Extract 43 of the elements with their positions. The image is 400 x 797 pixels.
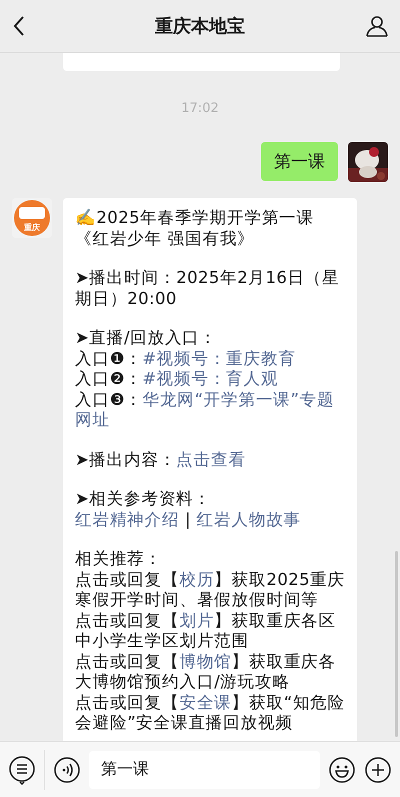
message-link[interactable]: #视频号：重庆教育: [142, 348, 296, 368]
message-line: 中小学生学区划片范围: [75, 631, 249, 652]
message-line: 点击或回复【安全课】获取“知危险: [75, 692, 345, 713]
message-line: 期日）20:00: [75, 288, 177, 309]
plus-icon[interactable]: [364, 756, 392, 784]
message-line: ➤播出内容：点击查看: [75, 450, 246, 470]
scrollbar[interactable]: [395, 551, 398, 737]
message-link[interactable]: 红岩人物故事: [196, 510, 302, 528]
message-line: 点击或回复【划片】获取重庆各区: [75, 610, 336, 631]
message-line: 入口❸：华龙网“开学第一课”专题: [75, 390, 334, 410]
message-line: 《红岩少年 强国有我》: [75, 228, 255, 249]
message-link[interactable]: 华龙网“开学第一课”专题: [142, 390, 334, 408]
message-link[interactable]: 安全课: [179, 692, 232, 712]
message-link[interactable]: 博物馆: [179, 652, 232, 670]
message-line: 红岩精神介绍 | 红岩人物故事: [75, 510, 302, 530]
message-line: ➤直播/回放入口：: [75, 328, 217, 348]
timestamp: 17:02: [181, 101, 219, 116]
message-line: 相关推荐：: [75, 549, 162, 570]
message-line: 入口❷：#视频号：育人观: [75, 369, 278, 390]
message-line: ➤相关参考资料：: [75, 489, 212, 510]
message-link[interactable]: 划片: [179, 610, 214, 630]
chat-title: 重庆本地宝: [155, 15, 245, 38]
message-link[interactable]: #视频号：育人观: [142, 369, 278, 388]
message-line: 入口❶：#视频号：重庆教育: [75, 348, 296, 369]
menu-icon[interactable]: [8, 754, 36, 784]
message-link[interactable]: 网址: [75, 410, 110, 429]
message-line: 大博物馆预约入口/游玩攻略: [75, 672, 290, 692]
message-line: 点击或回复【校历】获取2025重庆: [75, 570, 345, 590]
message-input[interactable]: 第一课: [89, 750, 320, 788]
message-line: 寒假开学时间、暑假放假时间等: [75, 590, 319, 610]
emoji-icon[interactable]: [328, 756, 356, 784]
message-link[interactable]: 校历: [179, 570, 214, 588]
message-link[interactable]: 红岩精神介绍: [75, 510, 180, 528]
logo-icon: 重庆: [12, 198, 52, 238]
message-line: 点击或回复【博物馆】获取重庆各: [75, 652, 336, 672]
message-line: 会避险”安全课直播回放视频: [75, 713, 293, 734]
sent-message: 第一课: [261, 142, 338, 181]
person-icon[interactable]: [366, 15, 388, 37]
voice-icon[interactable]: [53, 756, 81, 784]
back-icon[interactable]: [12, 15, 26, 37]
message-line: ➤播出时间：2025年2月16日（星: [75, 268, 340, 288]
message-line: ✍2025年春季学期开学第一课: [75, 208, 314, 228]
message-link[interactable]: 点击查看: [176, 450, 246, 468]
